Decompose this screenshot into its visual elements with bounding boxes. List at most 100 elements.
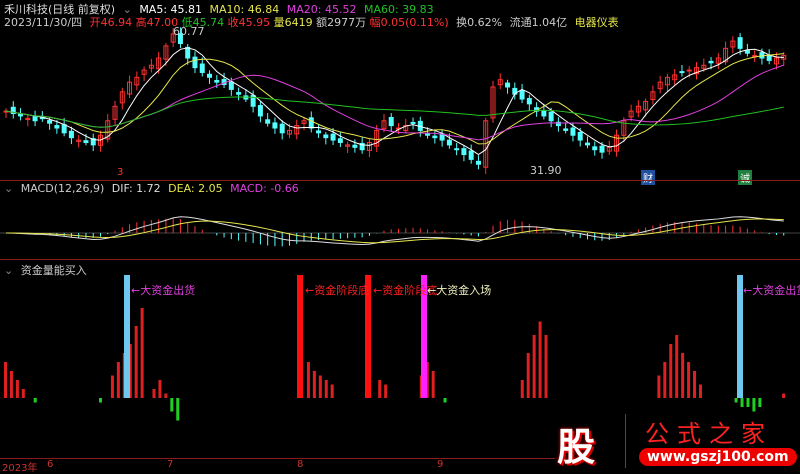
candle-body	[308, 117, 314, 129]
fund-bar	[15, 380, 19, 398]
signal-label: ←大资金入场	[427, 284, 492, 297]
axis-month: 7	[167, 459, 174, 470]
max-price-label: 60.77	[173, 25, 205, 38]
candle-body	[766, 55, 772, 61]
candle-body	[592, 146, 598, 151]
candle-body	[61, 124, 67, 134]
fund-header: ⌄ 资金量能买入	[4, 262, 91, 278]
candle-body	[563, 128, 569, 131]
fund-bar	[544, 335, 548, 398]
candle-body	[54, 125, 60, 129]
fund-bar	[657, 375, 661, 398]
candle-body	[257, 105, 263, 117]
candle-body	[214, 79, 220, 83]
candle-body	[599, 145, 605, 153]
signal-label: ←大资金出货	[743, 284, 800, 297]
candle-body	[744, 50, 750, 54]
fund-bar	[170, 398, 174, 412]
fund-bar	[9, 371, 13, 398]
fund-bar	[21, 389, 25, 398]
fund-bar	[110, 375, 114, 398]
fund-bar	[318, 375, 322, 398]
candle-body	[388, 116, 394, 127]
fund-bar	[134, 326, 138, 398]
fund-bar	[538, 321, 542, 398]
signal-label: ←资金阶段底	[305, 284, 370, 297]
fund-bar	[681, 353, 685, 398]
candle-body	[432, 135, 438, 139]
candle-body	[686, 69, 692, 72]
collapse-icon[interactable]: ⌄	[4, 182, 13, 195]
candle-body	[541, 110, 547, 117]
axis-month: 9	[437, 459, 444, 470]
candle-body	[519, 89, 525, 100]
fund-bar	[740, 398, 744, 407]
panel-divider[interactable]	[0, 180, 800, 181]
fund-bar	[746, 398, 750, 407]
fund-bar	[312, 371, 316, 398]
axis-month: 8	[297, 459, 304, 470]
finance-marker[interactable]: 财	[641, 170, 655, 185]
candle-body	[185, 46, 191, 59]
chart-canvas	[0, 27, 800, 421]
fund-bar	[384, 384, 388, 398]
fund-bar	[431, 371, 435, 398]
candle-body	[236, 92, 242, 95]
candle-body	[410, 121, 416, 124]
fund-bar	[443, 398, 447, 403]
fund-bar	[669, 344, 673, 398]
candle-body	[475, 160, 481, 165]
fund-bar	[140, 308, 144, 398]
candle-body	[425, 133, 431, 136]
logo-char: 股	[557, 425, 596, 469]
fund-bar	[33, 398, 37, 403]
fund-bar	[698, 384, 702, 398]
fund-bar	[532, 335, 536, 398]
watermark-logo: 股 公式之家 www.gszj100.com	[555, 412, 797, 470]
candle-body	[446, 139, 452, 146]
candle-body	[272, 122, 278, 129]
integrity-marker[interactable]: 诚	[738, 170, 752, 185]
candle-body	[323, 134, 329, 139]
fund-bar	[176, 398, 180, 421]
collapse-icon[interactable]: ⌄	[4, 264, 13, 277]
candle-body	[337, 138, 343, 143]
axis-line	[0, 458, 555, 459]
candle-body	[505, 82, 511, 88]
macd-header: ⌄ MACD(12,26,9) DIF: 1.72 DEA: 2.05 MACD…	[4, 182, 303, 195]
candle-body	[679, 71, 685, 74]
panel-divider[interactable]	[0, 259, 800, 260]
candle-body	[330, 133, 336, 141]
fund-bar	[152, 389, 156, 398]
fund-bar	[99, 398, 103, 403]
event-marker[interactable]: 3	[115, 167, 125, 178]
candle-body	[352, 144, 358, 148]
candle-body	[83, 140, 89, 143]
candle-body	[199, 63, 205, 73]
candle-body	[584, 142, 590, 146]
logo-name: 公式之家	[645, 420, 773, 448]
fund-bar	[520, 380, 524, 398]
fund-title: 资金量能买入	[20, 264, 87, 277]
fund-bar	[734, 398, 738, 403]
fund-bar	[330, 384, 334, 398]
candle-body	[47, 120, 53, 124]
candle-body	[68, 130, 74, 139]
signal-bar	[124, 275, 130, 398]
axis-month: 6	[47, 459, 54, 470]
candle-body	[32, 115, 38, 122]
candle-body	[708, 60, 714, 64]
fund-bar	[306, 362, 310, 398]
fund-bar	[782, 393, 786, 398]
candle-body	[316, 130, 322, 134]
candle-body	[192, 56, 198, 69]
dif-value: DIF: 1.72	[111, 182, 161, 195]
macd-title: MACD(12,26,9)	[20, 182, 105, 195]
fund-bar	[675, 335, 679, 398]
candle-body	[228, 81, 234, 90]
dea-value: DEA: 2.05	[168, 182, 223, 195]
candle-body	[526, 98, 532, 105]
candle-body	[279, 123, 285, 134]
candle-body	[461, 148, 467, 156]
fund-bar	[687, 362, 691, 398]
